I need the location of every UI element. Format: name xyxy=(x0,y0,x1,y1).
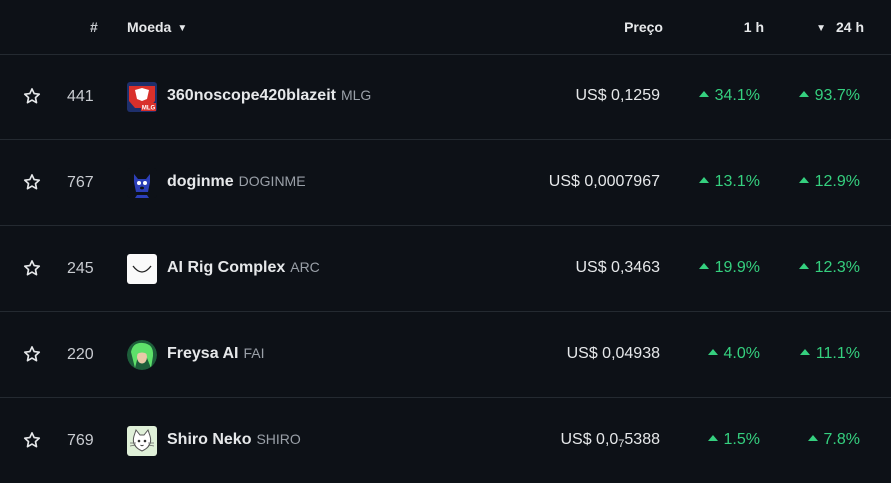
change-1h: 1.5% xyxy=(707,431,760,449)
up-triangle-icon xyxy=(798,177,809,183)
coin-symbol: SHIRO xyxy=(256,431,301,447)
coin-price: US$ 0,1259 xyxy=(575,87,660,104)
change-1h: 13.1% xyxy=(698,173,760,191)
rank-number: 245 xyxy=(67,260,94,277)
coin-column-header[interactable]: Moeda ▼ xyxy=(127,19,187,35)
coin-name-link[interactable]: Shiro Neko SHIRO xyxy=(167,431,301,449)
coin-name-link[interactable]: AI Rig Complex ARC xyxy=(167,259,320,277)
rank-column-header[interactable]: # xyxy=(90,19,98,35)
change-1h: 19.9% xyxy=(698,259,760,277)
coin-name-link[interactable]: doginme DOGINME xyxy=(167,173,306,191)
change-24h: 12.9% xyxy=(798,173,860,191)
up-triangle-icon xyxy=(698,177,709,183)
mlg-logo-icon: MLG xyxy=(127,82,157,112)
24h-column-header[interactable]: ▼ 24 h xyxy=(816,19,864,35)
table-row[interactable]: 245 AI Rig Complex ARC US$ 0,3463 19.9% 1… xyxy=(0,226,891,312)
coin-name: 360noscope420blazeit xyxy=(167,87,336,104)
coin-name: AI Rig Complex xyxy=(167,259,286,276)
up-triangle-icon xyxy=(698,263,709,269)
table-row[interactable]: 441 MLG 360noscope420blazeit MLG US$ 0,12… xyxy=(0,54,891,140)
rank-number: 220 xyxy=(67,346,94,363)
coin-price: US$ 0,075388 xyxy=(560,431,660,450)
svg-text:MLG: MLG xyxy=(142,106,156,112)
coin-symbol: DOGINME xyxy=(238,173,306,189)
coin-price: US$ 0,3463 xyxy=(575,259,660,276)
table-row[interactable]: 769 Shiro Neko SHIRO US$ 0,075388 1.5% 7.… xyxy=(0,398,891,483)
coin-column-label: Moeda xyxy=(127,19,172,35)
shiro-neko-logo-icon xyxy=(127,426,157,456)
up-triangle-icon xyxy=(798,91,809,97)
price-column-header[interactable]: Preço xyxy=(624,19,663,35)
up-triangle-icon xyxy=(807,435,818,441)
star-icon[interactable] xyxy=(22,172,42,192)
coin-price: US$ 0,04938 xyxy=(566,345,660,362)
coin-name: Shiro Neko xyxy=(167,431,252,448)
coin-price: US$ 0,0007967 xyxy=(548,173,660,190)
up-triangle-icon xyxy=(707,349,718,355)
freysa-logo-icon xyxy=(127,340,157,370)
sort-desc-caret-icon: ▼ xyxy=(816,23,826,34)
change-24h: 12.3% xyxy=(798,259,860,277)
table-row[interactable]: 220 Freysa AI FAI US$ 0,04938 4.0% 11.1% xyxy=(0,312,891,398)
change-24h: 7.8% xyxy=(807,431,860,449)
up-triangle-icon xyxy=(798,263,809,269)
coin-name: Freysa AI xyxy=(167,345,239,362)
star-icon[interactable] xyxy=(22,86,42,106)
change-1h: 34.1% xyxy=(698,87,760,105)
sort-caret-icon: ▼ xyxy=(177,23,188,34)
24h-column-label: 24 h xyxy=(835,19,864,35)
coin-symbol: ARC xyxy=(290,259,320,275)
change-1h: 4.0% xyxy=(707,345,760,363)
star-icon[interactable] xyxy=(22,344,42,364)
coin-name-link[interactable]: 360noscope420blazeit MLG xyxy=(167,87,371,105)
doginme-logo-icon xyxy=(127,168,157,198)
change-24h: 93.7% xyxy=(798,87,860,105)
table-header: # Moeda ▼ Preço 1 h ▼ 24 h xyxy=(0,0,891,55)
coin-name-link[interactable]: Freysa AI FAI xyxy=(167,345,264,363)
arc-logo-icon xyxy=(127,254,157,284)
coin-symbol: MLG xyxy=(340,87,372,103)
1h-column-header[interactable]: 1 h xyxy=(744,19,764,35)
change-24h: 11.1% xyxy=(799,345,860,363)
coin-symbol: FAI xyxy=(243,345,265,361)
rank-number: 769 xyxy=(67,432,94,449)
up-triangle-icon xyxy=(799,349,810,355)
rank-number: 767 xyxy=(67,174,94,191)
rank-number: 441 xyxy=(67,88,94,105)
table-row[interactable]: 767 doginme DOGINME US$ 0,0007967 13.1% 1… xyxy=(0,140,891,226)
up-triangle-icon xyxy=(707,435,718,441)
star-icon[interactable] xyxy=(22,258,42,278)
up-triangle-icon xyxy=(698,91,709,97)
star-icon[interactable] xyxy=(22,430,42,450)
coin-name: doginme xyxy=(167,173,234,190)
